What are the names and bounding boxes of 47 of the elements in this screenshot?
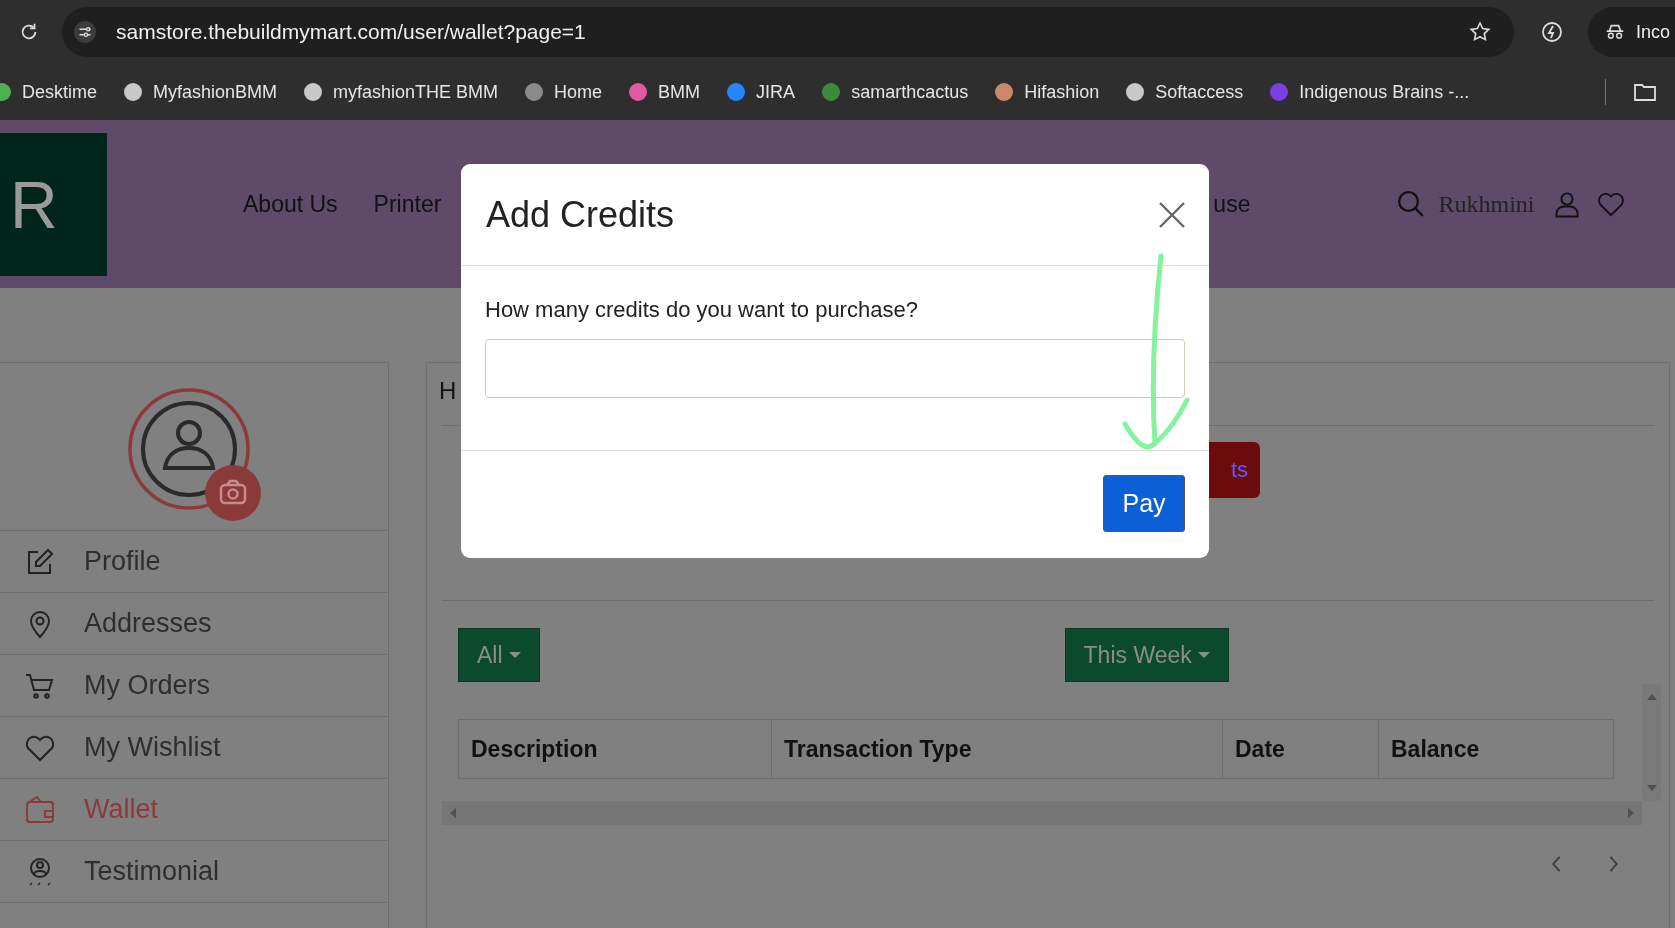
column-header: Date bbox=[1222, 719, 1378, 779]
previous-page-icon[interactable] bbox=[1550, 855, 1562, 873]
star-icon[interactable] bbox=[1468, 20, 1492, 44]
bookmark-icon[interactable] bbox=[303, 82, 324, 102]
bookmark-item[interactable]: myfashionTHE BMM bbox=[303, 81, 499, 103]
next-page-icon[interactable] bbox=[1608, 855, 1620, 873]
bookmark-item[interactable]: MyfashionBMM bbox=[123, 81, 278, 103]
sidebar-item[interactable]: Testimonial bbox=[0, 841, 388, 903]
bookmark-item[interactable]: samarthcactus bbox=[821, 81, 969, 103]
column-header: Transaction Type bbox=[771, 719, 1222, 779]
dialog-title: Add Credits bbox=[486, 193, 675, 236]
sidebar-item[interactable]: Addresses bbox=[0, 593, 388, 655]
site-settings-icon[interactable] bbox=[74, 21, 96, 43]
bookmark-icon[interactable] bbox=[628, 82, 649, 102]
avatar-icon bbox=[127, 387, 251, 511]
type-filter-dropdown[interactable]: All bbox=[458, 628, 540, 682]
logo[interactable]: R bbox=[0, 133, 107, 276]
column-header: Balance bbox=[1378, 719, 1614, 779]
horizontal-scrollbar[interactable] bbox=[442, 801, 1642, 825]
period-filter-dropdown[interactable]: This Week bbox=[1064, 628, 1229, 682]
bookmark-item[interactable]: Desktime bbox=[0, 81, 97, 103]
credits-input-field[interactable] bbox=[485, 339, 1185, 398]
sidebar-item[interactable]: My Wishlist bbox=[0, 717, 388, 779]
bookmark-item[interactable]: Hifashion bbox=[994, 81, 1100, 103]
vertical-scrollbar[interactable] bbox=[1642, 684, 1661, 801]
bookmark-item[interactable]: Home bbox=[524, 81, 603, 103]
incognito-button[interactable]: Inco bbox=[1588, 7, 1675, 57]
sidebar-item[interactable]: My Orders bbox=[0, 655, 388, 717]
bookmark-item[interactable]: JIRA bbox=[726, 81, 796, 103]
address-bar[interactable]: samstore.thebuildmymart.com/user/wallet?page=1 bbox=[62, 7, 1514, 57]
bookmark-icon[interactable] bbox=[994, 82, 1015, 102]
camera-button[interactable] bbox=[205, 465, 261, 521]
extension-icon[interactable] bbox=[1540, 20, 1564, 44]
bookmark-icon[interactable] bbox=[1125, 82, 1146, 102]
bookmark-item[interactable]: Indigenous Brains -... bbox=[1269, 81, 1470, 103]
bookmark-item[interactable]: BMM bbox=[628, 81, 701, 103]
breadcrumb[interactable]: H bbox=[439, 377, 457, 405]
sidebar-item[interactable]: Profile bbox=[0, 531, 388, 593]
close-icon[interactable] bbox=[1159, 201, 1185, 228]
question-label: How many credits do you want to purchase? bbox=[485, 297, 919, 323]
bookmark-icon[interactable] bbox=[726, 82, 747, 102]
bookmark-icon[interactable] bbox=[123, 82, 143, 102]
pay-button[interactable]: Pay bbox=[1103, 475, 1185, 532]
bookmark-icon[interactable] bbox=[524, 82, 545, 102]
url-text: samstore.thebuildmymart.com/user/wallet?page=1 bbox=[116, 20, 587, 44]
bookmark-item[interactable]: Softaccess bbox=[1125, 81, 1244, 103]
column-header: Description bbox=[458, 719, 771, 779]
